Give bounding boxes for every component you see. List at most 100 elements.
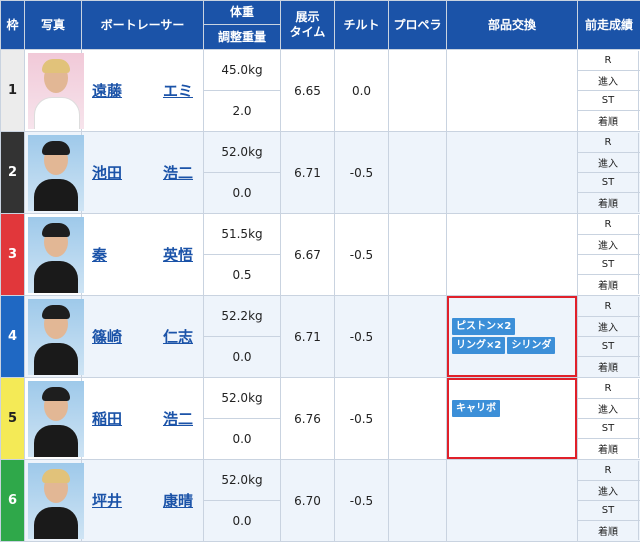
parts-badge: キャリボ <box>452 400 500 417</box>
racer-given-name: 浩二 <box>162 164 193 182</box>
racer-row: 3 秦 英悟 51.5kg 0.5 6.67 -0.5 R 進入 ST 着順 <box>0 213 640 296</box>
parts-cell <box>446 213 578 296</box>
racer-photo[interactable] <box>28 380 84 457</box>
zenso-label: 進入 <box>578 70 639 91</box>
zenso-label: R <box>578 297 639 317</box>
header-racer: ボートレーサー <box>81 0 204 50</box>
weight-cell: 45.0kg 2.0 <box>203 49 281 132</box>
racer-row: 5 稲田 浩二 52.0kg 0.0 6.76 -0.5 キャリボ R 進入 ST 着順 <box>0 377 640 460</box>
zenso-cell: R 進入 ST 着順 <box>577 459 640 542</box>
tilt-value: -0.5 <box>334 459 389 542</box>
header-parts: 部品交換 <box>446 0 578 50</box>
racer-given-name: 英悟 <box>162 246 193 264</box>
racer-surname: 稲田 <box>92 410 123 428</box>
header-waku: 枠 <box>0 0 25 50</box>
racer-table: 枠 写真 ボートレーサー 体重 調整重量 展示 タイム チルト プロペラ 部品交… <box>0 0 640 542</box>
zenso-label: 着順 <box>578 110 639 130</box>
zenso-label: 着順 <box>578 438 639 458</box>
zenso-label: 進入 <box>578 398 639 419</box>
racer-photo[interactable] <box>28 52 84 129</box>
header-weight-top: 体重 <box>204 1 280 25</box>
racer-name-link[interactable]: 坪井 康晴 <box>82 490 203 511</box>
waku-number: 2 <box>0 131 25 214</box>
tenji-time: 6.71 <box>280 131 335 214</box>
zenso-label: ST <box>578 500 639 521</box>
racer-row: 1 遠藤 エミ 45.0kg 2.0 6.65 0.0 R 進入 ST 着順 <box>0 49 640 132</box>
header-zenso: 前走成績 <box>577 0 640 50</box>
tilt-value: -0.5 <box>334 213 389 296</box>
racer-name-link[interactable]: 稲田 浩二 <box>82 408 203 429</box>
zenso-table: R 進入 ST 着順 <box>578 297 640 376</box>
photo-cell <box>24 49 84 132</box>
zenso-label: ST <box>578 254 639 275</box>
propeller-value <box>388 49 447 132</box>
tilt-value: 0.0 <box>334 49 389 132</box>
waku-number: 5 <box>0 377 25 460</box>
weight-cell: 51.5kg 0.5 <box>203 213 281 296</box>
parts-badge: ピストン×2 <box>452 318 516 335</box>
racer-surname: 池田 <box>92 164 123 182</box>
racer-surname: 遠藤 <box>92 82 123 100</box>
weight-cell: 52.2kg 0.0 <box>203 295 281 378</box>
zenso-table: R 進入 ST 着順 <box>578 215 640 294</box>
racer-name-link[interactable]: 篠崎 仁志 <box>82 326 203 347</box>
zenso-label: R <box>578 133 639 153</box>
tenji-time: 6.65 <box>280 49 335 132</box>
parts-badge: リング×2 <box>452 337 506 354</box>
photo-cell <box>24 131 84 214</box>
parts-cell <box>446 459 578 542</box>
weight-value: 52.0kg <box>204 378 280 419</box>
header-tilt: チルト <box>334 0 389 50</box>
racer-photo[interactable] <box>28 462 84 539</box>
adjust-weight-value: 0.0 <box>232 514 252 528</box>
racer-surname: 篠崎 <box>92 328 123 346</box>
parts-cell <box>446 131 578 214</box>
zenso-label: 進入 <box>578 316 639 337</box>
waku-number: 4 <box>0 295 25 378</box>
photo-cell <box>24 377 84 460</box>
racer-name-cell: 遠藤 エミ <box>81 49 204 132</box>
parts-cell: キャリボ <box>446 377 578 460</box>
racer-given-name: 康晴 <box>162 492 193 510</box>
zenso-label: R <box>578 379 639 399</box>
zenso-label: 進入 <box>578 152 639 173</box>
parts-badge: シリンダ <box>507 337 556 354</box>
zenso-label: 着順 <box>578 274 639 294</box>
header-photo: 写真 <box>24 0 82 50</box>
zenso-label: ST <box>578 172 639 193</box>
tenji-time: 6.71 <box>280 295 335 378</box>
racer-given-name: エミ <box>162 82 193 100</box>
racer-name-cell: 坪井 康晴 <box>81 459 204 542</box>
parts-cell <box>446 49 578 132</box>
parts-badges: ピストン×2 リング×2 シリンダ <box>452 318 572 356</box>
racer-given-name: 浩二 <box>162 410 193 428</box>
racer-name-cell: 池田 浩二 <box>81 131 204 214</box>
header-tenji: 展示 タイム <box>280 0 335 50</box>
propeller-value <box>388 213 447 296</box>
racer-name-link[interactable]: 池田 浩二 <box>82 162 203 183</box>
racer-name-link[interactable]: 秦 英悟 <box>82 244 203 265</box>
parts-cell: ピストン×2 リング×2 シリンダ <box>446 295 578 378</box>
photo-cell <box>24 213 84 296</box>
adjust-weight-value: 0.5 <box>232 268 252 282</box>
zenso-label: 着順 <box>578 520 639 540</box>
zenso-label: 進入 <box>578 234 639 255</box>
zenso-label: ST <box>578 418 639 439</box>
racer-photo[interactable] <box>28 134 84 211</box>
zenso-cell: R 進入 ST 着順 <box>577 213 640 296</box>
zenso-table: R 進入 ST 着順 <box>578 379 640 458</box>
zenso-label: R <box>578 461 639 481</box>
zenso-label: 着順 <box>578 192 639 212</box>
zenso-label: R <box>578 215 639 235</box>
racer-name-cell: 秦 英悟 <box>81 213 204 296</box>
weight-value: 51.5kg <box>204 214 280 255</box>
racer-name-link[interactable]: 遠藤 エミ <box>82 80 203 101</box>
racer-photo[interactable] <box>28 216 84 293</box>
racer-photo[interactable] <box>28 298 84 375</box>
waku-number: 1 <box>0 49 25 132</box>
tilt-value: -0.5 <box>334 131 389 214</box>
propeller-value <box>388 459 447 542</box>
weight-cell: 52.0kg 0.0 <box>203 377 281 460</box>
racer-row: 4 篠崎 仁志 52.2kg 0.0 6.71 -0.5 ピストン×2 リング×2 シリンダ R 進入… <box>0 295 640 378</box>
racer-surname: 秦 <box>92 246 108 264</box>
